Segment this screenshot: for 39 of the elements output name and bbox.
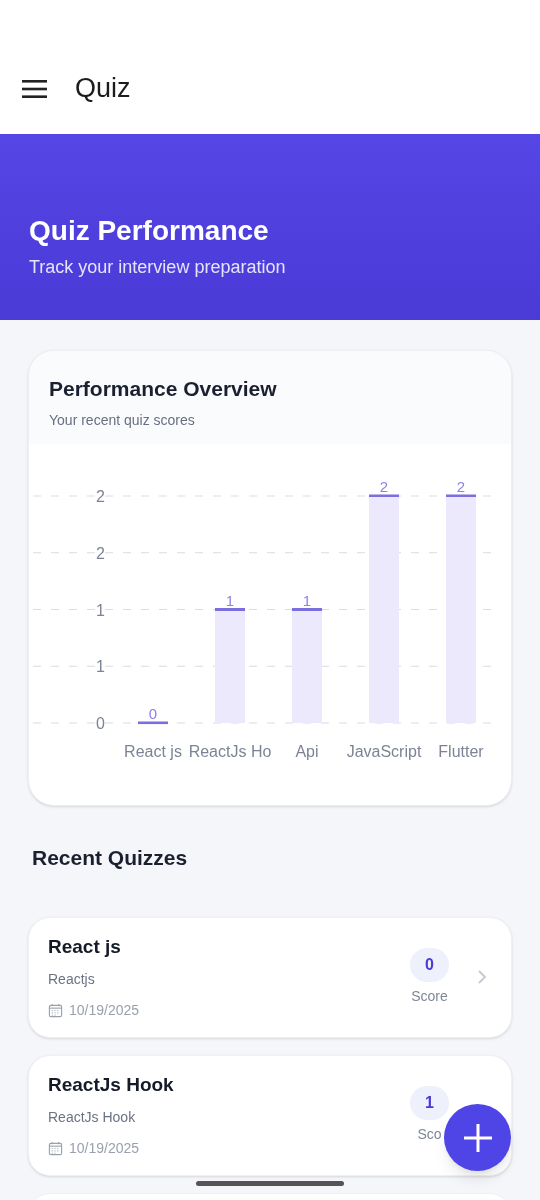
value-label: 2: [379, 478, 389, 495]
bar: [138, 721, 168, 725]
overview-title: Performance Overview: [49, 376, 278, 402]
quiz-title: React js: [48, 934, 122, 959]
hero-subtitle: Track your interview preparation: [29, 256, 287, 279]
plus-icon: [462, 1122, 493, 1153]
axis-label: Api: [295, 743, 319, 760]
value-label: 1: [225, 591, 235, 609]
overview-subtitle: Your recent quiz scores: [49, 410, 196, 430]
quiz-title: ReactJs Hook: [48, 1072, 175, 1097]
menu-icon[interactable]: [22, 79, 48, 99]
axis-label: JavaScript: [346, 743, 422, 760]
section-title: Recent Quizzes: [32, 845, 189, 871]
hero-title: Quiz Performance: [29, 214, 270, 248]
axis-label: 2: [96, 488, 105, 505]
score-badge: 0: [410, 947, 449, 982]
chevron-right-icon: [477, 969, 487, 985]
quiz-date: 10/19/2025: [69, 1139, 140, 1159]
axis-label: 1: [96, 658, 105, 676]
score-badge: 1: [410, 1085, 449, 1120]
score-label: Sco: [417, 1124, 442, 1144]
value-label: 0: [148, 705, 158, 722]
axis-label: 1: [96, 601, 105, 619]
axis-label: Flutter: [438, 743, 484, 760]
calendar-icon: [48, 1141, 63, 1157]
calendar-icon: [48, 1003, 63, 1019]
axis-label: 2: [96, 544, 105, 562]
score-label: Score: [411, 986, 448, 1006]
axis-label: ReactJs Ho: [188, 743, 272, 760]
value-label: 1: [302, 591, 312, 609]
value-label: 2: [456, 478, 466, 495]
axis-label: React js: [124, 743, 182, 760]
quiz-card[interactable]: ReactJs Hook ReactJs Hook 10/19/2025 1 Sco: [28, 1054, 512, 1176]
quiz-subtitle: ReactJs Hook: [48, 1108, 137, 1128]
quiz-card[interactable]: React js Reactjs 10/19/2025 0 Score: [28, 916, 512, 1038]
quiz-subtitle: Reactjs: [48, 970, 96, 990]
quiz-date: 10/19/2025: [69, 1001, 140, 1021]
axis-label: 0: [96, 715, 105, 732]
app-title: Quiz: [75, 71, 131, 105]
